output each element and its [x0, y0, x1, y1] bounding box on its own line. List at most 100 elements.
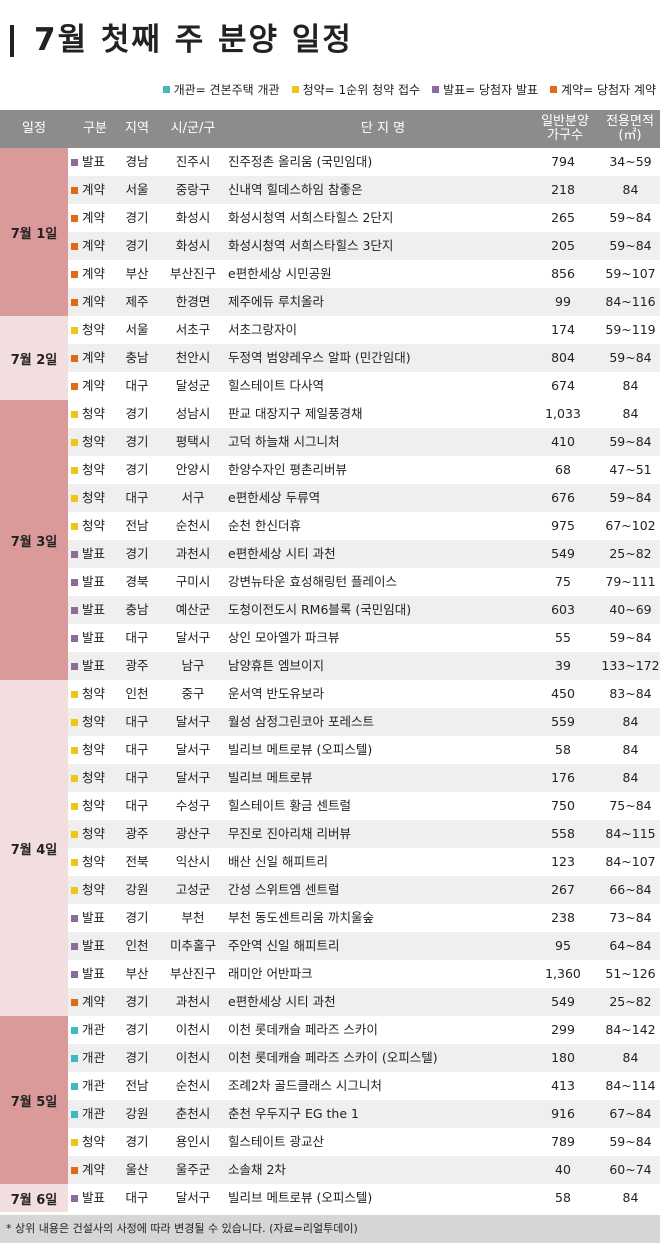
units-cell: 265 — [551, 210, 575, 225]
legend-item: 청약= 1순위 청약 접수 — [291, 81, 420, 98]
complex-name-cell: 화성시청역 서희스타힐스 2단지 — [228, 210, 394, 225]
table-row: 청약 대구 수성구 힐스테이트 황금 센트럴 750 75~84 — [68, 792, 660, 820]
type-cell: 청약 — [71, 400, 119, 428]
date-cell: 7월 3일 — [0, 400, 68, 680]
table-row: 청약 대구 달서구 빌리브 메트로뷰 176 84 — [68, 764, 660, 792]
area-cell: 25~82 — [609, 994, 652, 1009]
table-row: 청약 광주 광산구 무진로 진아리채 리버뷰 558 84~115 — [68, 820, 660, 848]
type-cell: 청약 — [71, 708, 119, 736]
type-cell: 청약 — [71, 484, 119, 512]
type-label: 계약 — [82, 266, 106, 281]
type-square-icon — [71, 914, 78, 922]
type-cell: 청약 — [71, 512, 119, 540]
type-label: 계약 — [82, 350, 106, 365]
type-label: 청약 — [82, 770, 106, 785]
complex-name-cell: 신내역 힐데스하임 참좋은 — [228, 182, 363, 197]
type-label: 청약 — [82, 854, 106, 869]
area-cell: 84~107 — [605, 854, 656, 869]
type-square-icon — [71, 746, 78, 754]
city-cell: 달서구 — [175, 714, 211, 729]
region-cell: 제주 — [125, 294, 149, 309]
units-cell: 39 — [555, 658, 571, 673]
region-cell: 경북 — [125, 574, 149, 589]
page-title: 7월 첫째 주 분양 일정 — [34, 22, 353, 58]
city-cell: 한경면 — [175, 294, 211, 309]
units-cell: 267 — [551, 882, 575, 897]
footer-note: * 상위 내용은 건설사의 사정에 따라 변경될 수 있습니다. (자료=리얼투… — [0, 1215, 660, 1243]
table-row: 개관 경기 이천시 이천 롯데캐슬 페라즈 스카이 (오피스텔) 180 84 — [68, 1044, 660, 1072]
city-cell: 안양시 — [175, 462, 211, 477]
city-cell: 화성시 — [175, 238, 211, 253]
table-row: 계약 대구 달성군 힐스테이트 다사역 674 84 — [68, 372, 660, 400]
city-cell: 서초구 — [175, 322, 211, 337]
complex-name-cell: 조례2차 골드클래스 시그니처 — [228, 1078, 382, 1093]
type-label: 개관 — [82, 1050, 106, 1065]
city-cell: 익산시 — [175, 854, 211, 869]
table-row: 청약 경기 평택시 고덕 하늘채 시그니처 410 59~84 — [68, 428, 660, 456]
complex-name-cell: 배산 신일 해피트리 — [228, 854, 328, 869]
city-cell: 중구 — [181, 686, 205, 701]
area-cell: 84 — [622, 406, 639, 421]
type-square-icon — [71, 970, 78, 978]
date-group: 7월 1일 발표 경남 진주시 진주정촌 올리움 (국민임대) 794 34~59 계약 서울 중… — [0, 148, 660, 316]
complex-name-cell: 월성 삼정그린코아 포레스트 — [228, 714, 374, 729]
table-row: 청약 강원 고성군 간성 스위트엠 센트럴 267 66~84 — [68, 876, 660, 904]
complex-name-cell: 상인 모아엘가 파크뷰 — [228, 630, 340, 645]
region-cell: 경기 — [125, 434, 149, 449]
type-label: 발표 — [82, 574, 106, 589]
units-cell: 123 — [551, 854, 575, 869]
type-cell: 계약 — [71, 1156, 119, 1184]
region-cell: 경기 — [125, 462, 149, 477]
legend-label: 계약= 당첨자 계약 — [561, 82, 656, 97]
type-square-icon — [71, 214, 78, 222]
type-cell: 발표 — [71, 932, 119, 960]
type-cell: 청약 — [71, 428, 119, 456]
type-square-icon — [71, 186, 78, 194]
type-square-icon — [71, 662, 78, 670]
date-cell: 7월 1일 — [0, 148, 68, 316]
units-cell: 299 — [551, 1022, 575, 1037]
type-cell: 청약 — [71, 456, 119, 484]
units-cell: 549 — [551, 546, 575, 561]
table-row: 개관 전남 순천시 조례2차 골드클래스 시그니처 413 84~114 — [68, 1072, 660, 1100]
city-cell: 예산군 — [175, 602, 211, 617]
table-header: 일정 구분 지역 시/군/구 단 지 명 일반분양 가구수 전용면적 (㎡) — [0, 110, 660, 148]
type-label: 발표 — [82, 630, 106, 645]
units-cell: 174 — [551, 322, 575, 337]
type-square-icon — [71, 690, 78, 698]
type-square-icon — [71, 522, 78, 530]
region-cell: 경기 — [125, 1022, 149, 1037]
area-cell: 59~107 — [605, 266, 656, 281]
region-cell: 강원 — [125, 1106, 149, 1121]
date-cell: 7월 4일 — [0, 680, 68, 1016]
type-square-icon — [71, 1054, 78, 1062]
region-cell: 대구 — [125, 630, 149, 645]
type-cell: 발표 — [71, 1184, 119, 1212]
area-cell: 67~102 — [605, 518, 656, 533]
region-cell: 대구 — [125, 1190, 149, 1205]
complex-name-cell: 한양수자인 평촌리버뷰 — [228, 462, 347, 477]
units-cell: 804 — [551, 350, 575, 365]
table-row: 발표 부산 부산진구 래미안 어반파크 1,360 51~126 — [68, 960, 660, 988]
complex-name-cell: 소솔채 2차 — [228, 1162, 286, 1177]
area-cell: 40~69 — [609, 602, 652, 617]
type-label: 청약 — [82, 434, 106, 449]
date-cell: 7월 5일 — [0, 1016, 68, 1184]
type-label: 개관 — [82, 1078, 106, 1093]
city-cell: 구미시 — [175, 574, 211, 589]
type-label: 청약 — [82, 714, 106, 729]
region-cell: 경기 — [125, 1050, 149, 1065]
area-cell: 84~114 — [605, 1078, 656, 1093]
area-cell: 79~111 — [605, 574, 656, 589]
legend-label: 발표= 당첨자 발표 — [443, 82, 539, 97]
type-label: 발표 — [82, 910, 106, 925]
region-cell: 인천 — [125, 686, 149, 701]
header-units-line2: 가구수 — [547, 128, 583, 143]
type-cell: 계약 — [71, 232, 119, 260]
type-label: 청약 — [82, 490, 106, 505]
complex-name-cell: e편한세상 시민공원 — [228, 266, 332, 281]
city-cell: 과천시 — [175, 994, 211, 1009]
area-cell: 133~172 — [601, 658, 660, 673]
complex-name-cell: 빌리브 메트로뷰 (오피스텔) — [228, 1190, 373, 1205]
complex-name-cell: 제주에듀 루치올라 — [228, 294, 324, 309]
